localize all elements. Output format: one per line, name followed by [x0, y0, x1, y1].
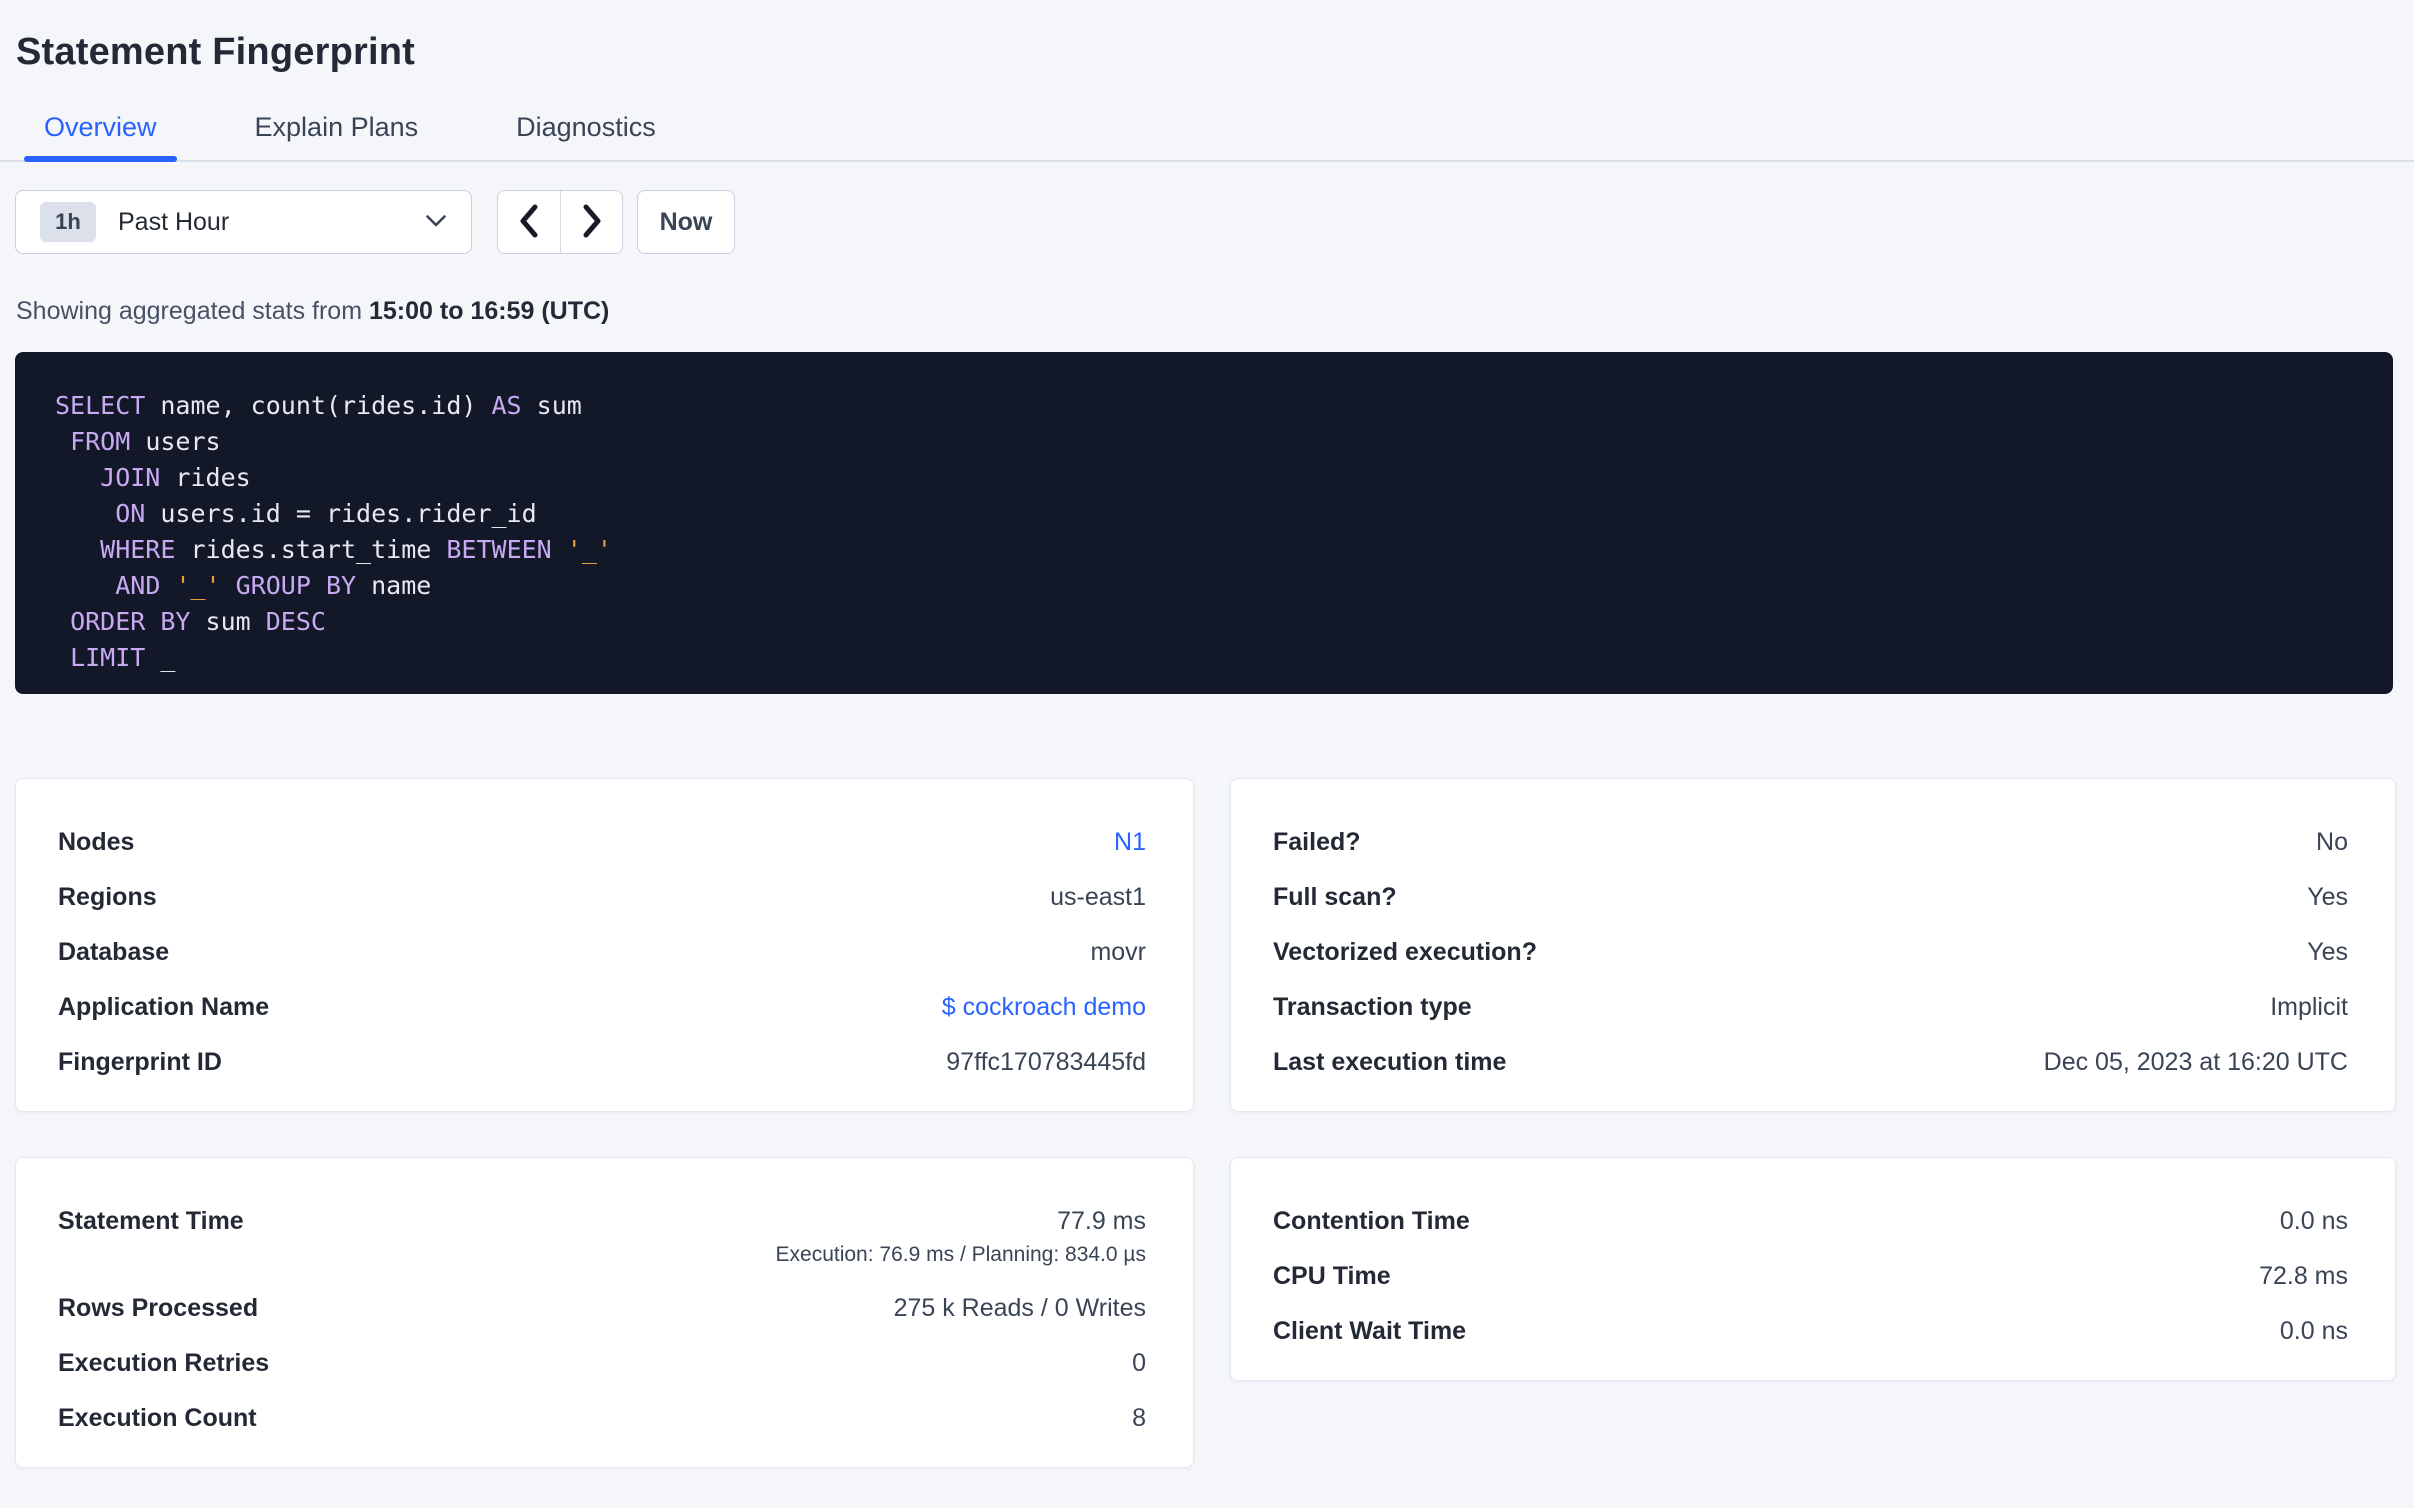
sql-line: LIMIT _ [70, 643, 176, 672]
stats-line-prefix: Showing aggregated stats from [16, 297, 363, 325]
prev-range-button[interactable] [498, 191, 560, 253]
row-execution-count: Execution Count 8 [58, 1403, 1146, 1433]
time-toolbar: 1h Past Hour Now [15, 190, 2414, 254]
range-step-buttons [497, 190, 623, 254]
row-database: Database movr [58, 937, 1146, 967]
tab-overview[interactable]: Overview [24, 112, 177, 162]
sql-statement-box: SELECT name, count(rides.id) AS sum FROM… [15, 352, 2393, 694]
chevron-right-icon [580, 203, 604, 242]
statement-time-values: 77.9 ms Execution: 76.9 ms / Planning: 8… [776, 1206, 1146, 1268]
time-range-picker[interactable]: 1h Past Hour [15, 190, 472, 254]
row-rows-processed: Rows Processed 275 k Reads / 0 Writes [58, 1293, 1146, 1323]
row-label: Contention Time [1273, 1207, 1470, 1235]
row-value: 8 [1132, 1404, 1146, 1432]
now-button[interactable]: Now [637, 190, 735, 254]
row-label: Vectorized execution? [1273, 938, 1537, 966]
row-label: Statement Time [58, 1207, 244, 1235]
timing-card: Statement Time 77.9 ms Execution: 76.9 m… [15, 1157, 1194, 1468]
row-application-name: Application Name $ cockroach demo [58, 992, 1146, 1022]
aggregated-stats-line: Showing aggregated stats from 15:00 to 1… [16, 296, 2414, 326]
row-value: 72.8 ms [2259, 1262, 2348, 1290]
row-failed: Failed? No [1273, 827, 2348, 857]
tab-diagnostics[interactable]: Diagnostics [496, 112, 676, 160]
time-range-label: Past Hour [118, 207, 230, 236]
row-label: Nodes [58, 828, 135, 856]
row-label: Execution Retries [58, 1349, 270, 1377]
row-label: Database [58, 938, 170, 966]
row-value: us-east1 [1050, 883, 1146, 911]
row-value: 0 [1132, 1349, 1146, 1377]
row-regions: Regions us-east1 [58, 882, 1146, 912]
details-card: Nodes N1 Regions us-east1 Database movr … [15, 778, 1194, 1112]
row-value: 77.9 ms [1057, 1207, 1146, 1235]
page-title: Statement Fingerprint [16, 31, 416, 73]
row-label: Regions [58, 883, 157, 911]
row-label: Rows Processed [58, 1294, 259, 1322]
row-statement-time: Statement Time 77.9 ms Execution: 76.9 m… [58, 1206, 1146, 1268]
row-execution-retries: Execution Retries 0 [58, 1348, 1146, 1378]
row-full-scan: Full scan? Yes [1273, 882, 2348, 912]
row-label: Execution Count [58, 1404, 257, 1432]
row-nodes: Nodes N1 [58, 827, 1146, 857]
time-range-badge: 1h [40, 202, 96, 242]
row-label: Last execution time [1273, 1048, 1507, 1076]
chevron-left-icon [517, 203, 541, 242]
row-label: Failed? [1273, 828, 1361, 856]
next-range-button[interactable] [560, 191, 622, 253]
active-tab-underline [24, 156, 177, 162]
row-value: Yes [2307, 883, 2348, 911]
sql-line: ORDER BY sum DESC [70, 607, 326, 636]
attributes-card: Failed? No Full scan? Yes Vectorized exe… [1230, 778, 2396, 1112]
row-label: Transaction type [1273, 993, 1472, 1021]
row-transaction-type: Transaction type Implicit [1273, 992, 2348, 1022]
row-value: No [2316, 828, 2348, 856]
row-label: Fingerprint ID [58, 1048, 222, 1076]
resources-card: Contention Time 0.0 ns CPU Time 72.8 ms … [1230, 1157, 2396, 1381]
row-contention-time: Contention Time 0.0 ns [1273, 1206, 2348, 1236]
row-value: Yes [2307, 938, 2348, 966]
stats-line-range: 15:00 to 16:59 (UTC) [369, 297, 610, 325]
tab-label: Diagnostics [516, 112, 656, 142]
row-vectorized-execution: Vectorized execution? Yes [1273, 937, 2348, 967]
row-value: 0.0 ns [2279, 1317, 2348, 1345]
row-value: 97ffc170783445fd [946, 1048, 1146, 1076]
nodes-link[interactable]: N1 [1114, 827, 1146, 857]
sql-line: JOIN rides [100, 463, 251, 492]
row-value: 275 k Reads / 0 Writes [893, 1294, 1146, 1322]
row-last-execution-time: Last execution time Dec 05, 2023 at 16:2… [1273, 1047, 2348, 1077]
row-value: 0.0 ns [2279, 1207, 2348, 1235]
sql-line: ON users.id = rides.rider_id [115, 499, 537, 528]
row-value: Implicit [2270, 993, 2348, 1021]
row-client-wait-time: Client Wait Time 0.0 ns [1273, 1316, 2348, 1346]
statement-time-breakdown: Execution: 76.9 ms / Planning: 834.0 µs [775, 1243, 1146, 1266]
row-label: CPU Time [1273, 1262, 1391, 1290]
chevron-down-icon [425, 214, 447, 231]
tab-label: Explain Plans [254, 112, 419, 142]
row-value: Dec 05, 2023 at 16:20 UTC [2043, 1048, 2348, 1076]
row-label: Client Wait Time [1273, 1317, 1467, 1345]
row-cpu-time: CPU Time 72.8 ms [1273, 1261, 2348, 1291]
sql-line: SELECT name, count(rides.id) AS sum [55, 391, 582, 420]
application-name-link[interactable]: $ cockroach demo [942, 992, 1146, 1022]
tab-bar: Overview Explain Plans Diagnostics [0, 112, 2414, 162]
summary-cards: Nodes N1 Regions us-east1 Database movr … [15, 778, 2396, 1468]
tab-explain-plans[interactable]: Explain Plans [235, 112, 439, 160]
sql-line: WHERE rides.start_time BETWEEN '_' [100, 535, 612, 564]
sql-line: AND '_' GROUP BY name [115, 571, 432, 600]
tab-label: Overview [44, 112, 157, 142]
row-label: Full scan? [1273, 883, 1397, 911]
sql-line: FROM users [70, 427, 221, 456]
row-value: movr [1090, 938, 1146, 966]
row-fingerprint-id: Fingerprint ID 97ffc170783445fd [58, 1047, 1146, 1077]
row-label: Application Name [58, 993, 270, 1021]
